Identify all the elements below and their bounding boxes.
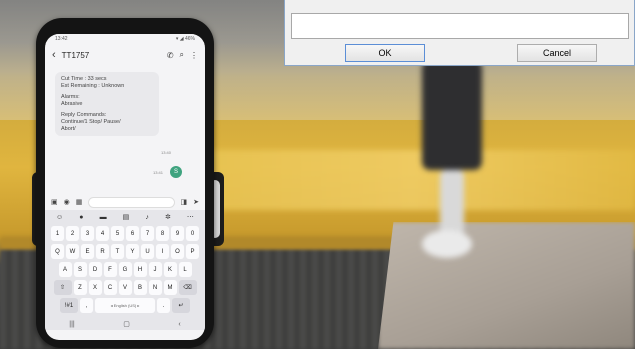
keyboard-row-qwerty: QWERTYUIOP (48, 244, 202, 259)
key-w[interactable]: W (66, 244, 79, 259)
key-l[interactable]: L (178, 262, 192, 277)
keyboard-row-bottom: ⇧ ZXCVBNM ⌫ (48, 280, 202, 295)
key-5[interactable]: 5 (111, 226, 124, 241)
conversation-header: ‹ TT1757 ✆ ⌕ ⋮ (45, 44, 205, 66)
machine-foot (422, 230, 472, 258)
keyboard-toolbar: ☺ ● ▬ ▤ ♪ ✲ ⋯ (45, 210, 205, 224)
background-cutting-head (392, 60, 512, 258)
key-b[interactable]: B (133, 280, 147, 295)
smartphone: 13:42 ▾ ◢ 46% ‹ TT1757 ✆ ⌕ ⋮ Cut Time : … (36, 18, 214, 348)
search-icon[interactable]: ⌕ (180, 50, 184, 60)
clipboard-icon[interactable]: ▤ (123, 213, 130, 221)
key-m[interactable]: M (163, 280, 177, 295)
key-v[interactable]: V (118, 280, 132, 295)
gif-icon[interactable]: ▬ (100, 214, 107, 221)
call-icon[interactable]: ✆ (167, 51, 174, 60)
key-a[interactable]: A (58, 262, 72, 277)
sticker-toolbar-icon[interactable]: ● (79, 214, 83, 221)
back-nav-icon[interactable]: ‹ (178, 321, 180, 328)
symbols-key[interactable]: !#1 (60, 298, 78, 313)
message-line: Cut Time : 33 secs (61, 76, 107, 82)
key-4[interactable]: 4 (96, 226, 109, 241)
key-2[interactable]: 2 (66, 226, 79, 241)
key-e[interactable]: E (81, 244, 94, 259)
key-z[interactable]: Z (73, 280, 87, 295)
enter-key[interactable]: ↵ (172, 298, 190, 313)
sender-avatar[interactable]: S (170, 166, 182, 178)
space-key[interactable]: ◂ English (US) ▸ (95, 298, 155, 313)
machine-arm (422, 60, 482, 170)
key-x[interactable]: X (88, 280, 102, 295)
shift-key[interactable]: ⇧ (53, 280, 72, 295)
settings-icon[interactable]: ✲ (165, 213, 171, 221)
key-h[interactable]: H (133, 262, 147, 277)
more-options-icon[interactable]: ⋮ (190, 51, 198, 60)
backspace-key[interactable]: ⌫ (178, 280, 197, 295)
key-1[interactable]: 1 (51, 226, 64, 241)
apps-grid-icon[interactable]: ▦ (76, 198, 83, 206)
more-toolbar-icon[interactable]: ⋯ (187, 213, 194, 221)
phone-screen: 13:42 ▾ ◢ 46% ‹ TT1757 ✆ ⌕ ⋮ Cut Time : … (45, 34, 205, 340)
cancel-button[interactable]: Cancel (517, 44, 597, 62)
send-icon[interactable]: ➤ (193, 198, 199, 206)
key-j[interactable]: J (148, 262, 162, 277)
ok-button[interactable]: OK (345, 44, 425, 62)
key-o[interactable]: O (171, 244, 184, 259)
sent-timestamp: 13:41 (153, 170, 164, 175)
key-y[interactable]: Y (126, 244, 139, 259)
navigation-bar: ||| ▢ ‹ (45, 318, 205, 330)
message-input[interactable] (88, 196, 175, 208)
key-u[interactable]: U (141, 244, 154, 259)
status-time: 13:42 (55, 36, 68, 42)
key-6[interactable]: 6 (126, 226, 139, 241)
key-i[interactable]: I (156, 244, 169, 259)
key-n[interactable]: N (148, 280, 162, 295)
background-cutting-table (378, 222, 635, 349)
message-line: Alarms: (61, 94, 80, 101)
emoji-icon[interactable]: ☺ (56, 214, 63, 221)
period-key[interactable]: . (157, 298, 170, 313)
keyboard-row-home: ASDFGHJKL (48, 262, 202, 277)
message-line: Abort/ (61, 125, 76, 132)
keyboard-row-numbers: 1234567890 (48, 226, 202, 241)
key-t[interactable]: T (111, 244, 124, 259)
message-thread: Cut Time : 33 secs Est Remaining : Unkno… (45, 66, 205, 194)
comma-key[interactable]: , (80, 298, 93, 313)
received-message-bubble[interactable]: Cut Time : 33 secs Est Remaining : Unkno… (55, 72, 159, 137)
status-bar: 13:42 ▾ ◢ 46% (45, 34, 205, 44)
key-c[interactable]: C (103, 280, 117, 295)
mic-icon[interactable]: ♪ (145, 214, 149, 221)
key-k[interactable]: K (163, 262, 177, 277)
key-q[interactable]: Q (51, 244, 64, 259)
key-9[interactable]: 9 (171, 226, 184, 241)
key-3[interactable]: 3 (81, 226, 94, 241)
key-7[interactable]: 7 (141, 226, 154, 241)
key-f[interactable]: F (103, 262, 117, 277)
recents-icon[interactable]: ||| (69, 321, 74, 328)
onscreen-keyboard: 1234567890 QWERTYUIOP ASDFGHJKL ⇧ ZXCVBN… (45, 224, 205, 318)
contact-name: TT1757 (61, 50, 90, 60)
message-line: Abrasive (61, 100, 83, 107)
key-8[interactable]: 8 (156, 226, 169, 241)
keyboard-row-space: !#1 , ◂ English (US) ▸ . ↵ (48, 298, 202, 313)
camera-icon[interactable]: ◉ (64, 198, 70, 206)
back-arrow-icon[interactable]: ‹ (52, 49, 56, 61)
key-p[interactable]: P (186, 244, 199, 259)
key-r[interactable]: R (96, 244, 109, 259)
sticker-icon[interactable]: ◨ (181, 198, 188, 206)
key-s[interactable]: S (73, 262, 87, 277)
key-0[interactable]: 0 (186, 226, 199, 241)
home-icon[interactable]: ▢ (123, 320, 130, 328)
dialog-window: OK Cancel (284, 0, 635, 66)
key-g[interactable]: G (118, 262, 132, 277)
message-timestamp: 13:40 (161, 150, 172, 155)
message-composer: ▣ ◉ ▦ ◨ ➤ (45, 194, 205, 210)
status-icons: ▾ ◢ 46% (175, 36, 195, 42)
message-line: Est Remaining : Unknown (61, 82, 125, 89)
message-line: Reply Commands: (61, 112, 107, 119)
dialog-text-field[interactable] (291, 13, 629, 39)
key-d[interactable]: D (88, 262, 102, 277)
attach-image-icon[interactable]: ▣ (51, 198, 58, 206)
message-line: Continue/1 Stop/ Pause/ (61, 118, 121, 125)
